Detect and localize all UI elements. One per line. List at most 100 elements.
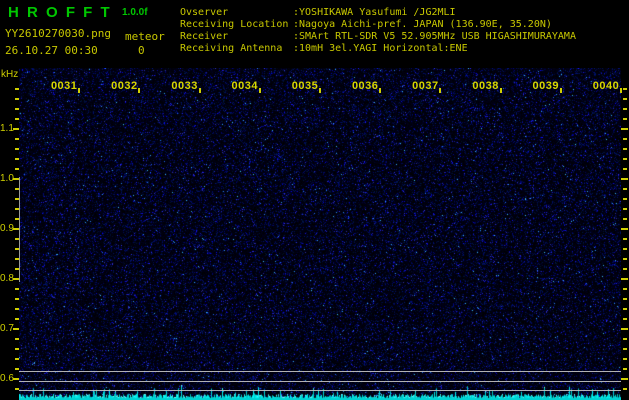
observer-info-row: Ovserver :YOSHIKAWA Yasufumi /JG2MLI — [180, 7, 576, 19]
freq-minor-tick-right — [623, 168, 627, 170]
time-minute-tick — [620, 88, 622, 93]
time-minute-tick — [319, 88, 321, 93]
time-tick-label: 0039 — [532, 80, 560, 92]
freq-major-tick-left — [13, 378, 19, 380]
freq-minor-tick-right — [623, 138, 627, 140]
hrofft-output: H R O F F T 1.0.0f YY2610270030.png mete… — [0, 0, 629, 400]
time-tick-label: 0033 — [171, 80, 198, 92]
freq-minor-tick-right — [623, 158, 627, 160]
freq-tick-label: 1.1 — [0, 123, 14, 134]
time-minute-tick — [439, 88, 442, 93]
observer-info-value: :YOSHIKAWA Yasufumi /JG2MLI — [293, 7, 456, 18]
freq-minor-tick-right — [623, 318, 627, 320]
meteor-count: 0 — [138, 44, 145, 57]
time-tick-label: 0034 — [231, 80, 259, 92]
freq-minor-tick-right — [623, 308, 627, 310]
freq-minor-tick-left — [15, 118, 19, 120]
freq-minor-tick-left — [15, 308, 19, 310]
freq-minor-tick-right — [623, 358, 627, 360]
observer-info-label: Receiver — [180, 31, 229, 42]
freq-minor-tick-left — [15, 168, 19, 170]
time-tick-label: 0032 — [111, 80, 138, 92]
freq-minor-tick-right — [623, 348, 627, 350]
observer-info-row: Receiving Antenna :10mH 3el.YAGI Horizont… — [180, 43, 576, 55]
freq-major-tick-right — [621, 178, 628, 180]
time-minute-tick — [78, 88, 81, 93]
observer-info-value: :SMArt RTL-SDR V5 52.905MHz USB HIGASHIM… — [293, 31, 576, 42]
time-minute-tick — [258, 88, 261, 93]
frame-datetime: 26.10.27 00:30 — [5, 44, 98, 57]
freq-major-tick-left — [13, 328, 19, 330]
freq-major-tick-right — [621, 328, 628, 330]
freq-minor-tick-right — [623, 368, 627, 370]
freq-tick-label: 0.8 — [0, 273, 14, 284]
app-title: H R O F F T — [8, 4, 112, 21]
spectrogram-canvas — [19, 68, 621, 400]
freq-minor-tick-left — [15, 358, 19, 360]
freq-major-tick-left — [13, 128, 19, 130]
freq-minor-tick-left — [15, 148, 19, 150]
freq-minor-tick-right — [623, 258, 627, 260]
freq-minor-tick-right — [623, 218, 627, 220]
time-minute-tick — [138, 88, 141, 93]
observer-info-row: Receiver :SMArt RTL-SDR V5 52.905MHz USB … — [180, 31, 576, 43]
freq-minor-tick-right — [623, 298, 627, 300]
carrier-line — [19, 390, 621, 391]
freq-minor-tick-right — [623, 108, 627, 110]
freq-minor-tick-right — [623, 148, 627, 150]
time-tick-label: 0035 — [291, 80, 319, 92]
time-tick-label: 0031 — [50, 80, 78, 92]
freq-minor-tick-left — [15, 138, 19, 140]
freq-minor-tick-right — [623, 338, 627, 340]
time-minute-tick — [499, 88, 502, 93]
freq-major-tick-right — [621, 128, 628, 130]
freq-minor-tick-left — [15, 108, 19, 110]
observer-info-block: Ovserver:YOSHIKAWA Yasufumi /JG2MLI Recei… — [180, 7, 576, 55]
freq-minor-tick-left — [15, 368, 19, 370]
freq-minor-tick-right — [623, 248, 627, 250]
observer-info-row: Receiving Location :Nagoya Aichi-pref. JA… — [180, 19, 576, 31]
freq-minor-tick-right — [623, 268, 627, 270]
time-minute-tick — [559, 88, 562, 93]
freq-minor-tick-left — [15, 288, 19, 290]
observer-info-label: Ovserver — [180, 7, 229, 18]
time-minute-tick — [379, 88, 382, 93]
freq-major-tick-right — [621, 378, 628, 380]
freq-tick-label: 1.0 — [0, 173, 14, 184]
time-minute-tick — [198, 88, 201, 93]
freq-major-tick-right — [621, 278, 628, 280]
freq-minor-tick-right — [623, 188, 627, 190]
freq-axis-unit: kHz — [1, 69, 19, 80]
time-tick-label: 0037 — [412, 80, 439, 92]
freq-minor-tick-right — [623, 198, 627, 200]
time-tick-label: 0038 — [472, 80, 499, 92]
freq-minor-tick-left — [15, 338, 19, 340]
time-tick-label: 0036 — [351, 80, 379, 92]
freq-minor-tick-right — [623, 208, 627, 210]
carrier-line — [19, 371, 621, 372]
freq-tick-label: 0.7 — [0, 323, 14, 334]
observer-info-value: :Nagoya Aichi-pref. JAPAN (136.90E, 35.2… — [293, 19, 552, 30]
freq-minor-tick-right — [623, 98, 627, 100]
freq-major-tick-right — [621, 228, 628, 230]
observer-info-label: Receiving Antenna — [180, 43, 283, 54]
freq-minor-tick-left — [15, 348, 19, 350]
freq-minor-tick-left — [15, 88, 19, 90]
mode-label: meteor — [125, 30, 165, 43]
freq-minor-tick-right — [623, 118, 627, 120]
app-version: 1.0.0f — [122, 7, 148, 18]
freq-minor-tick-left — [15, 318, 19, 320]
freq-minor-tick-left — [15, 98, 19, 100]
freq-minor-tick-right — [623, 388, 627, 390]
carrier-line — [19, 381, 621, 382]
observer-info-value: :10mH 3el.YAGI Horizontal:ENE — [293, 43, 468, 54]
freq-tick-label: 0.9 — [0, 223, 14, 234]
freq-minor-tick-left — [15, 298, 19, 300]
left-edge-marker-line — [19, 177, 20, 282]
output-filename: YY2610270030.png — [5, 27, 111, 40]
freq-tick-label: 0.6 — [0, 373, 14, 384]
freq-minor-tick-left — [15, 158, 19, 160]
observer-info-label: Receiving Location — [180, 19, 289, 30]
freq-minor-tick-right — [623, 238, 627, 240]
freq-minor-tick-right — [623, 288, 627, 290]
